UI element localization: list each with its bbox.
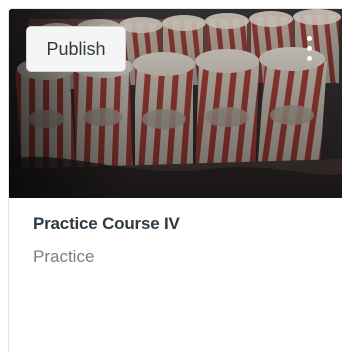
course-subtitle: Practice [33,247,95,266]
more-options-vertical-icon[interactable] [301,31,317,67]
publish-button[interactable]: Publish [26,26,126,72]
course-title-link[interactable]: Practice Course IV [33,214,180,234]
course-card: Publish Practice Course IV Practice [8,8,342,352]
kebab-dot [307,36,312,41]
kebab-dot [307,46,312,51]
kebab-dot [307,56,312,61]
